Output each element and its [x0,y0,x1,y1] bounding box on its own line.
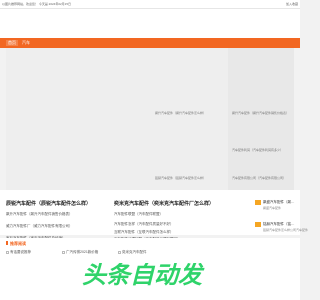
column-title[interactable]: 奕米克汽车配件（奕米克汽车配件厂怎么样） [114,200,214,207]
main-nav: 首页 汽车 [0,38,300,48]
add-favorite-link[interactable]: 加入收藏 [286,2,298,6]
hero-panel[interactable] [6,48,228,190]
watermark-logo: 头条自动发 [82,263,205,287]
watermark-text: 头条自动发 [82,263,205,287]
image-icon [6,250,9,254]
hero-caption[interactable]: 飙升汽车配件（飙升汽车配件怎么样） [155,111,206,115]
hero-caption[interactable]: 铭赫汽车配件（铭赫汽车配件怎么样） [155,176,206,180]
hero-caption[interactable]: 汽车配件利润（汽车配件利润有多少） [232,148,283,152]
recommend-item[interactable]: 广汽传祺2021款价格 [62,250,98,255]
image-icon [62,250,65,254]
nav-item-car[interactable]: 汽车 [22,40,30,46]
article-link[interactable]: 汽车配件联盟（汽车配件联盟） [114,212,163,217]
article-link[interactable]: 汽车配件怎样（汽车配件质量好不好） [114,222,174,227]
side-list-sub: 飙盛汽车配件 [263,206,282,210]
recommend-item[interactable]: 有话要说推荐 [6,250,31,255]
article-link[interactable]: 飙升汽车配件（飙升汽车配件销售价格表） [6,212,73,217]
image-icon [118,250,121,254]
hero-side-panel[interactable] [228,48,294,190]
column-title[interactable]: 辰锐汽车配件（辰锐汽车配件怎么样） [6,200,91,207]
thumbnail-icon [255,200,261,205]
recommend-item[interactable]: 奕米克汽车配件 [118,250,147,255]
top-bar: 以图片推荐网站，欢迎您！ 今天是 2024年02月15日 加入收藏 [0,0,300,9]
side-list-title[interactable]: 铭赫汽车配件（铭… [263,222,295,227]
article-link[interactable]: 威力汽车配件厂（威力汽车配件有限公司） [6,224,73,229]
hero-caption[interactable]: 汽车配件有限公司（汽车配件有限公司） [232,176,286,180]
recommend-item-label: 有话要说推荐 [10,250,31,254]
site-header [0,9,300,39]
nav-item-home[interactable]: 首页 [6,40,18,46]
recommend-item-label: 广汽传祺2021款价格 [66,250,99,254]
recommend-item-label: 奕米克汽车配件 [122,250,147,254]
section-marker [6,241,8,245]
welcome-text: 以图片推荐网站，欢迎您！ 今天是 2024年02月15日 [2,2,72,6]
thumbnail-icon [255,222,261,227]
side-list-title[interactable]: 飙盛汽车配件（飙… [263,200,295,205]
hero-caption[interactable]: 飙升汽车配件（飙升汽车配件销售价格表） [232,111,289,115]
article-link[interactable]: 互联汽车配件（互联汽车配件怎么样） [114,230,174,235]
recommend-title: 推荐阅读 [10,241,26,246]
side-list-sub: 铭赫汽车配件怎么样公司汽车配件 [263,228,309,232]
